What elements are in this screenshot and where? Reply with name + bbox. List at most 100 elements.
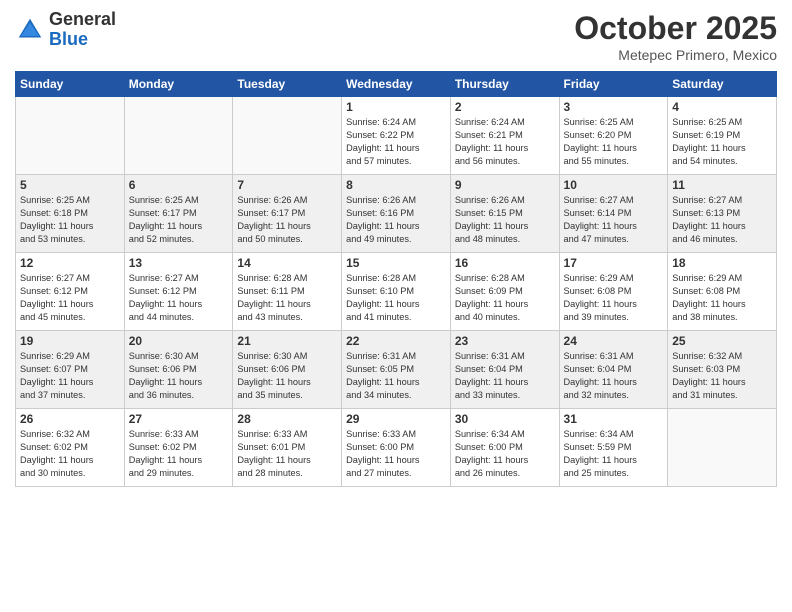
day-number: 24 xyxy=(564,334,664,348)
month-title: October 2025 xyxy=(574,10,777,47)
day-info: Sunrise: 6:29 AM Sunset: 6:07 PM Dayligh… xyxy=(20,350,120,402)
day-number: 4 xyxy=(672,100,772,114)
table-row xyxy=(16,97,125,175)
table-row: 12 Sunrise: 6:27 AM Sunset: 6:12 PM Dayli… xyxy=(16,253,125,331)
table-row: 24 Sunrise: 6:31 AM Sunset: 6:04 PM Dayli… xyxy=(559,331,668,409)
calendar-week-row: 12 Sunrise: 6:27 AM Sunset: 6:12 PM Dayli… xyxy=(16,253,777,331)
day-number: 10 xyxy=(564,178,664,192)
day-info: Sunrise: 6:31 AM Sunset: 6:05 PM Dayligh… xyxy=(346,350,446,402)
table-row: 4Sunrise: 6:25 AM Sunset: 6:19 PM Daylig… xyxy=(668,97,777,175)
day-number: 18 xyxy=(672,256,772,270)
day-number: 12 xyxy=(20,256,120,270)
table-row: 9 Sunrise: 6:26 AM Sunset: 6:15 PM Daylig… xyxy=(450,175,559,253)
day-info: Sunrise: 6:25 AM Sunset: 6:20 PM Dayligh… xyxy=(564,116,664,168)
table-row: 10Sunrise: 6:27 AM Sunset: 6:14 PM Dayli… xyxy=(559,175,668,253)
day-info: Sunrise: 6:27 AM Sunset: 6:13 PM Dayligh… xyxy=(672,194,772,246)
table-row: 20 Sunrise: 6:30 AM Sunset: 6:06 PM Dayli… xyxy=(124,331,233,409)
day-number: 14 xyxy=(237,256,337,270)
day-number: 17 xyxy=(564,256,664,270)
day-number: 23 xyxy=(455,334,555,348)
day-number: 28 xyxy=(237,412,337,426)
day-number: 5 xyxy=(20,178,120,192)
day-info: Sunrise: 6:26 AM Sunset: 6:15 PM Dayligh… xyxy=(455,194,555,246)
day-info: Sunrise: 6:29 AM Sunset: 6:08 PM Dayligh… xyxy=(564,272,664,324)
table-row xyxy=(668,409,777,487)
table-row: 25 Sunrise: 6:32 AM Sunset: 6:03 PM Dayli… xyxy=(668,331,777,409)
table-row: 27 Sunrise: 6:33 AM Sunset: 6:02 PM Dayli… xyxy=(124,409,233,487)
day-number: 19 xyxy=(20,334,120,348)
table-row: 21 Sunrise: 6:30 AM Sunset: 6:06 PM Dayli… xyxy=(233,331,342,409)
location: Metepec Primero, Mexico xyxy=(574,47,777,63)
day-info: Sunrise: 6:25 AM Sunset: 6:17 PM Dayligh… xyxy=(129,194,229,246)
day-info: Sunrise: 6:30 AM Sunset: 6:06 PM Dayligh… xyxy=(237,350,337,402)
day-number: 11 xyxy=(672,178,772,192)
day-info: Sunrise: 6:33 AM Sunset: 6:01 PM Dayligh… xyxy=(237,428,337,480)
col-friday: Friday xyxy=(559,72,668,97)
day-number: 6 xyxy=(129,178,229,192)
day-info: Sunrise: 6:24 AM Sunset: 6:21 PM Dayligh… xyxy=(455,116,555,168)
table-row: 19 Sunrise: 6:29 AM Sunset: 6:07 PM Dayli… xyxy=(16,331,125,409)
title-block: October 2025 Metepec Primero, Mexico xyxy=(574,10,777,63)
logo-general-text: General xyxy=(49,10,116,30)
table-row: 11 Sunrise: 6:27 AM Sunset: 6:13 PM Dayli… xyxy=(668,175,777,253)
day-number: 2 xyxy=(455,100,555,114)
day-info: Sunrise: 6:32 AM Sunset: 6:03 PM Dayligh… xyxy=(672,350,772,402)
day-info: Sunrise: 6:27 AM Sunset: 6:12 PM Dayligh… xyxy=(20,272,120,324)
day-info: Sunrise: 6:29 AM Sunset: 6:08 PM Dayligh… xyxy=(672,272,772,324)
day-info: Sunrise: 6:31 AM Sunset: 6:04 PM Dayligh… xyxy=(564,350,664,402)
logo-icon xyxy=(15,15,45,45)
day-number: 9 xyxy=(455,178,555,192)
day-number: 21 xyxy=(237,334,337,348)
logo-text: General Blue xyxy=(49,10,116,50)
col-wednesday: Wednesday xyxy=(342,72,451,97)
col-tuesday: Tuesday xyxy=(233,72,342,97)
day-number: 16 xyxy=(455,256,555,270)
day-info: Sunrise: 6:30 AM Sunset: 6:06 PM Dayligh… xyxy=(129,350,229,402)
table-row: 13Sunrise: 6:27 AM Sunset: 6:12 PM Dayli… xyxy=(124,253,233,331)
calendar-table: Sunday Monday Tuesday Wednesday Thursday… xyxy=(15,71,777,487)
day-number: 20 xyxy=(129,334,229,348)
day-number: 8 xyxy=(346,178,446,192)
table-row: 5Sunrise: 6:25 AM Sunset: 6:18 PM Daylig… xyxy=(16,175,125,253)
calendar-week-row: 19 Sunrise: 6:29 AM Sunset: 6:07 PM Dayli… xyxy=(16,331,777,409)
day-info: Sunrise: 6:28 AM Sunset: 6:11 PM Dayligh… xyxy=(237,272,337,324)
col-sunday: Sunday xyxy=(16,72,125,97)
table-row: 15Sunrise: 6:28 AM Sunset: 6:10 PM Dayli… xyxy=(342,253,451,331)
table-row: 22Sunrise: 6:31 AM Sunset: 6:05 PM Dayli… xyxy=(342,331,451,409)
table-row: 2 Sunrise: 6:24 AM Sunset: 6:21 PM Daylig… xyxy=(450,97,559,175)
day-info: Sunrise: 6:34 AM Sunset: 6:00 PM Dayligh… xyxy=(455,428,555,480)
table-row xyxy=(233,97,342,175)
table-row xyxy=(124,97,233,175)
day-info: Sunrise: 6:26 AM Sunset: 6:16 PM Dayligh… xyxy=(346,194,446,246)
col-saturday: Saturday xyxy=(668,72,777,97)
table-row: 30 Sunrise: 6:34 AM Sunset: 6:00 PM Dayli… xyxy=(450,409,559,487)
table-row: 17 Sunrise: 6:29 AM Sunset: 6:08 PM Dayli… xyxy=(559,253,668,331)
day-info: Sunrise: 6:26 AM Sunset: 6:17 PM Dayligh… xyxy=(237,194,337,246)
table-row: 7 Sunrise: 6:26 AM Sunset: 6:17 PM Daylig… xyxy=(233,175,342,253)
day-info: Sunrise: 6:27 AM Sunset: 6:12 PM Dayligh… xyxy=(129,272,229,324)
day-number: 3 xyxy=(564,100,664,114)
col-monday: Monday xyxy=(124,72,233,97)
day-number: 27 xyxy=(129,412,229,426)
table-row: 3 Sunrise: 6:25 AM Sunset: 6:20 PM Daylig… xyxy=(559,97,668,175)
calendar-header-row: Sunday Monday Tuesday Wednesday Thursday… xyxy=(16,72,777,97)
day-number: 29 xyxy=(346,412,446,426)
day-number: 25 xyxy=(672,334,772,348)
day-info: Sunrise: 6:28 AM Sunset: 6:10 PM Dayligh… xyxy=(346,272,446,324)
day-info: Sunrise: 6:24 AM Sunset: 6:22 PM Dayligh… xyxy=(346,116,446,168)
col-thursday: Thursday xyxy=(450,72,559,97)
table-row: 18 Sunrise: 6:29 AM Sunset: 6:08 PM Dayli… xyxy=(668,253,777,331)
day-number: 7 xyxy=(237,178,337,192)
table-row: 31Sunrise: 6:34 AM Sunset: 5:59 PM Dayli… xyxy=(559,409,668,487)
day-number: 26 xyxy=(20,412,120,426)
day-info: Sunrise: 6:33 AM Sunset: 6:00 PM Dayligh… xyxy=(346,428,446,480)
day-info: Sunrise: 6:33 AM Sunset: 6:02 PM Dayligh… xyxy=(129,428,229,480)
day-number: 30 xyxy=(455,412,555,426)
page: General Blue October 2025 Metepec Primer… xyxy=(0,0,792,612)
table-row: 14 Sunrise: 6:28 AM Sunset: 6:11 PM Dayli… xyxy=(233,253,342,331)
day-info: Sunrise: 6:31 AM Sunset: 6:04 PM Dayligh… xyxy=(455,350,555,402)
header: General Blue October 2025 Metepec Primer… xyxy=(15,10,777,63)
table-row: 6 Sunrise: 6:25 AM Sunset: 6:17 PM Daylig… xyxy=(124,175,233,253)
table-row: 26Sunrise: 6:32 AM Sunset: 6:02 PM Dayli… xyxy=(16,409,125,487)
table-row: 23 Sunrise: 6:31 AM Sunset: 6:04 PM Dayli… xyxy=(450,331,559,409)
